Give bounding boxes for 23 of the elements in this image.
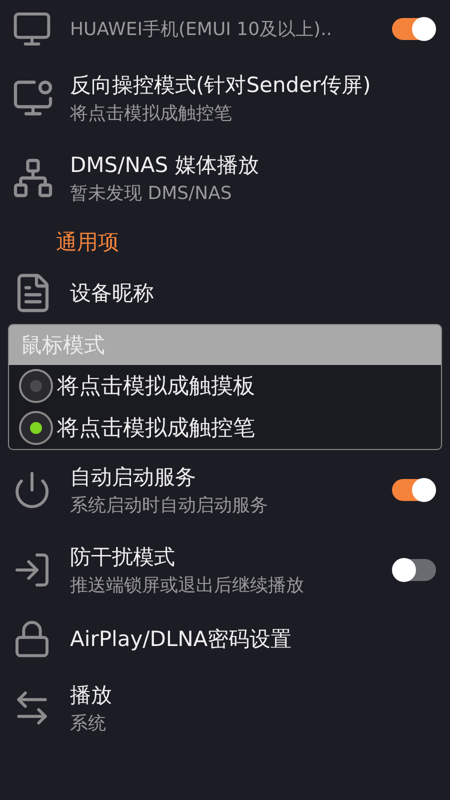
setting-title: 播放	[70, 682, 113, 709]
network-icon	[12, 157, 54, 199]
setting-subtitle: 系统	[70, 712, 107, 735]
setting-subtitle: 推送端锁屏或退出后继续播放	[70, 574, 305, 597]
setting-subtitle: HUAWEI手机(EMUI 10及以上)..	[70, 18, 334, 41]
toggle-switch[interactable]	[392, 18, 436, 40]
setting-title: DMS/NAS 媒体播放	[70, 152, 260, 179]
setting-title: 自动启动服务	[70, 464, 197, 491]
setting-title: 防干扰模式	[70, 544, 176, 571]
dialog-title: 鼠标模式	[9, 325, 441, 365]
setting-title: 设备昵称	[70, 280, 155, 307]
setting-subtitle: 系统启动时自动启动服务	[70, 494, 269, 517]
setting-title: AirPlay/DLNA密码设置	[70, 626, 293, 653]
toggle-switch[interactable]	[392, 479, 436, 501]
section-header: 通用项	[55, 229, 120, 256]
setting-subtitle: 将点击模拟成触控笔	[70, 102, 233, 125]
toggle-switch[interactable]	[392, 559, 436, 581]
option-label[interactable]: 将点击模拟成触摸板	[57, 371, 255, 401]
radio-button[interactable]	[19, 411, 53, 445]
setting-title: 反向操控模式(针对Sender传屏)	[70, 72, 372, 99]
radio-button[interactable]	[19, 369, 53, 403]
setting-subtitle: 暂未发现 DMS/NAS	[70, 182, 233, 205]
option-label[interactable]: 将点击模拟成触控笔	[57, 413, 255, 443]
